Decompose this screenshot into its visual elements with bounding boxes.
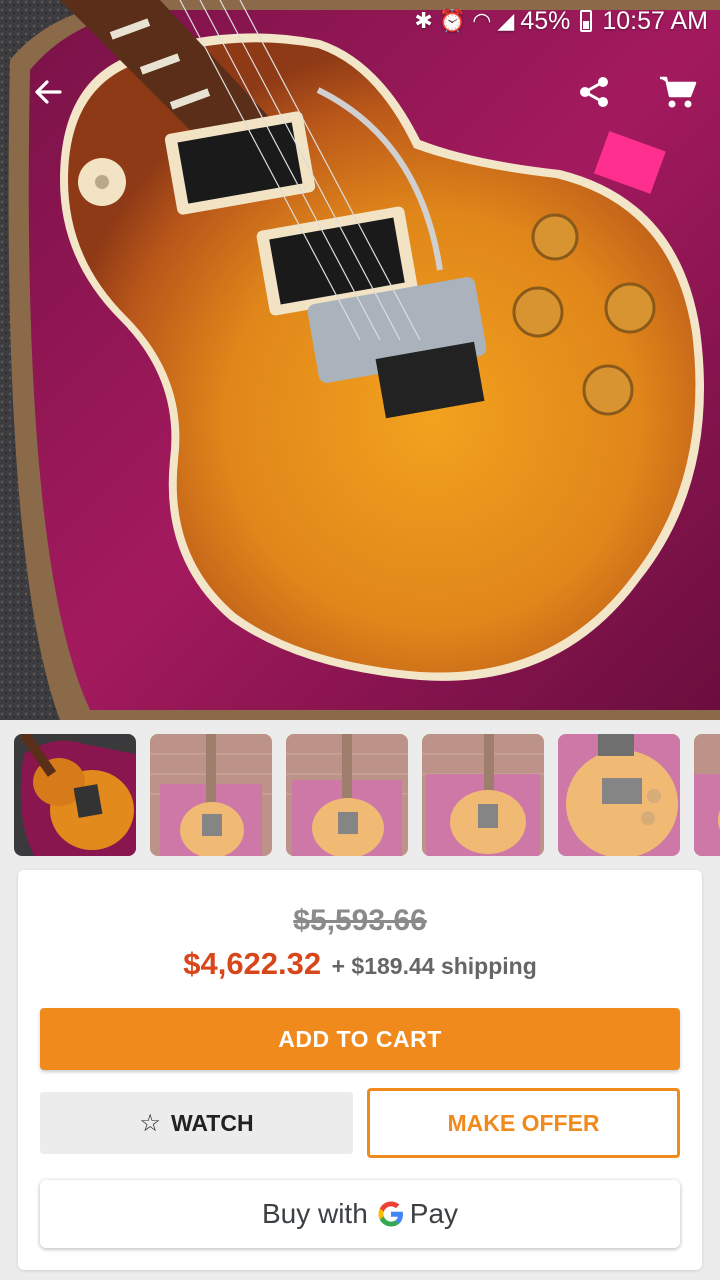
make-offer-label: MAKE OFFER [447, 1109, 600, 1136]
wifi-icon: ◠ [472, 8, 492, 33]
thumbnail-image [422, 734, 544, 856]
original-price: $5,593.66 [293, 904, 427, 937]
add-to-cart-label: ADD TO CART [278, 1025, 442, 1052]
product-photo[interactable]: ✱ ⏰ ◠ ◢ 45% 10:57 AM [0, 0, 720, 720]
thumbnail-2[interactable] [150, 734, 272, 856]
current-price: $4,622.32 [183, 946, 322, 981]
buy-with-google-pay-button[interactable]: Buy with Pay [40, 1180, 680, 1248]
thumbnail-strip[interactable] [14, 734, 720, 856]
thumbnail-image [14, 734, 136, 856]
cart-icon [660, 76, 697, 108]
signal-icon: ◢ [497, 8, 515, 33]
clock: 10:57 AM [602, 6, 708, 35]
price-row: $4,622.32 + $189.44 shipping [18, 946, 702, 982]
battery-icon [580, 10, 593, 32]
google-g-icon [378, 1201, 403, 1227]
share-button[interactable] [572, 70, 616, 114]
thumbnail-6[interactable] [694, 734, 720, 856]
thumbnail-image [558, 734, 680, 856]
cart-button[interactable] [656, 70, 700, 114]
google-pay-logo: Pay [376, 1198, 458, 1230]
thumbnail-1[interactable] [14, 734, 136, 856]
thumbnail-image [286, 734, 408, 856]
thumbnail-image [694, 734, 720, 856]
status-bar: ✱ ⏰ ◠ ◢ 45% 10:57 AM [0, 0, 720, 42]
share-icon [580, 77, 608, 107]
battery-percent: 45% [520, 6, 571, 35]
arrow-left-icon [35, 80, 62, 104]
watch-button[interactable]: ☆ WATCH [40, 1092, 353, 1154]
purchase-card: $5,593.66 $4,622.32 + $189.44 shipping A… [18, 870, 702, 1270]
thumbnail-4[interactable] [422, 734, 544, 856]
thumbnail-5[interactable] [558, 734, 680, 856]
bluetooth-icon: ✱ [414, 8, 433, 33]
back-button[interactable] [26, 70, 70, 114]
thumbnail-3[interactable] [286, 734, 408, 856]
thumbnail-image [150, 734, 272, 856]
make-offer-button[interactable]: MAKE OFFER [367, 1088, 680, 1158]
watch-label: WATCH [170, 1109, 254, 1136]
alarm-icon: ⏰ [438, 8, 467, 33]
buy-with-label: Buy with [261, 1198, 368, 1229]
add-to-cart-button[interactable]: ADD TO CART [40, 1008, 680, 1070]
star-outline-icon: ☆ [139, 1109, 161, 1137]
pay-label: Pay [409, 1198, 459, 1229]
shipping-cost: + $189.44 shipping [331, 953, 537, 979]
